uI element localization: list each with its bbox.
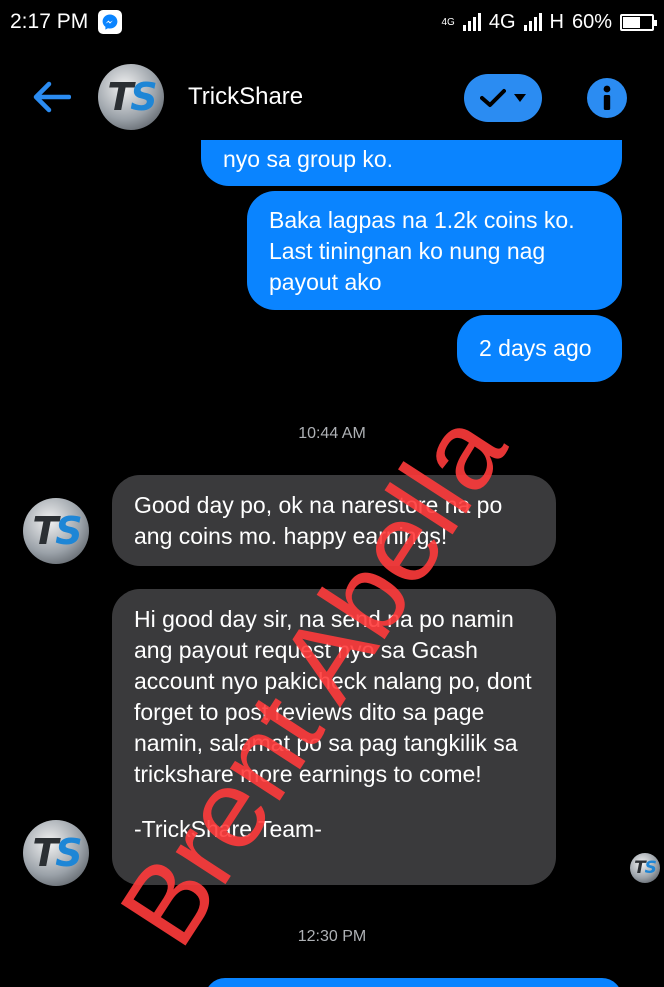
checkmark-icon — [480, 89, 506, 107]
avatar-logo: TS — [32, 831, 82, 875]
received-message[interactable]: Good day po, ok na narestore na po ang c… — [112, 475, 556, 566]
contact-avatar[interactable]: TS — [98, 64, 164, 130]
status-time: 2:17 PM — [10, 10, 89, 33]
battery-fill — [623, 16, 640, 28]
timestamp: 10:44 AM — [298, 425, 366, 442]
sent-message[interactable]: 2 days ago — [457, 315, 622, 382]
seen-indicator-avatar: TS — [630, 853, 660, 883]
network-type-h: H — [549, 10, 564, 33]
signal-icon — [462, 13, 481, 31]
network-tag: 4G — [441, 16, 455, 28]
checkmark-dropdown-button[interactable] — [464, 74, 542, 122]
message-text: Baka lagpas na 1.2k coins ko. Last tinin… — [269, 207, 575, 295]
battery-percent: 60% — [571, 10, 612, 33]
avatar-logo: TS — [634, 858, 657, 878]
message-text: nyo sa group ko. — [223, 146, 394, 172]
message-text: Good day po, ok na narestore na po ang c… — [134, 492, 503, 549]
message-text: Hi good day sir, na send na po namin ang… — [134, 606, 532, 787]
sender-avatar[interactable]: TS — [23, 498, 89, 564]
sent-message-partial[interactable]: nyo sa group ko. — [201, 140, 622, 186]
status-indicators: 4G 4G H 60% — [441, 10, 657, 34]
back-arrow-icon[interactable] — [28, 74, 74, 120]
avatar-logo: TS — [107, 75, 157, 119]
network-type-4g: 4G — [488, 10, 516, 33]
messenger-notification-icon — [98, 10, 123, 34]
avatar-logo: TS — [32, 509, 82, 553]
received-message[interactable]: Hi good day sir, na send na po namin ang… — [112, 589, 556, 885]
sender-avatar[interactable]: TS — [23, 820, 89, 886]
message-text: 2 days ago — [479, 335, 592, 361]
info-icon[interactable] — [587, 78, 627, 118]
contact-name[interactable]: TrickShare — [188, 83, 303, 111]
conversation-header: TS TrickShare — [0, 54, 664, 140]
signal-icon-2 — [523, 13, 542, 31]
timestamp: 12:30 PM — [297, 928, 367, 945]
sent-message-partial[interactable] — [205, 978, 622, 987]
battery-icon — [620, 13, 657, 31]
message-thread[interactable]: nyo sa group ko. Baka lagpas na 1.2k coi… — [0, 140, 664, 987]
chevron-down-icon — [514, 94, 526, 102]
message-signature: -TrickShare Team- — [134, 816, 322, 842]
sent-message[interactable]: Baka lagpas na 1.2k coins ko. Last tinin… — [247, 191, 622, 310]
status-bar: 2:17 PM 4G 4G H 60% — [0, 0, 664, 44]
